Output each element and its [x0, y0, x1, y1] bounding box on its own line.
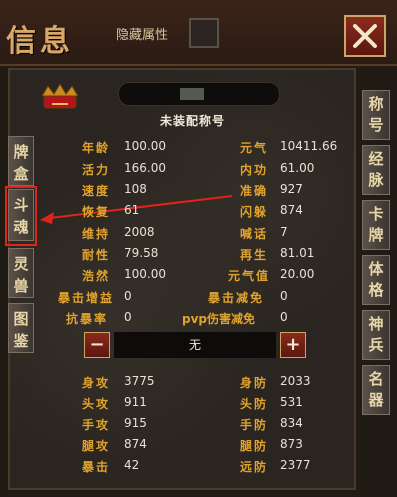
- window-title: 信息: [6, 24, 74, 59]
- stat-value: 927: [280, 182, 303, 196]
- stat-value: 2033: [280, 374, 311, 388]
- stat-value: 81.01: [280, 246, 315, 260]
- stat-value: 2008: [124, 225, 155, 239]
- tab-spirit-beast[interactable]: 灵兽: [8, 248, 34, 298]
- stat-value: 834: [280, 416, 303, 430]
- stat-label: 暴击增益: [58, 291, 115, 305]
- stat-label: 再生: [240, 248, 269, 262]
- stat-label: 暴击: [82, 460, 111, 474]
- stat-value: 108: [124, 182, 147, 196]
- stat-label: 闪躲: [240, 205, 269, 219]
- stat-label: 身攻: [82, 376, 111, 390]
- title-bar: 信息 隐藏属性: [0, 0, 397, 66]
- player-name-redacted: [180, 88, 204, 100]
- next-button[interactable]: +: [280, 332, 306, 358]
- stat-value: 42: [124, 458, 140, 472]
- stat-value: 166.00: [124, 161, 166, 175]
- stat-label: 年龄: [82, 141, 111, 155]
- tab-label: 灵兽: [13, 255, 29, 295]
- stat-value: 7: [280, 225, 288, 239]
- stat-value: 10411.66: [280, 139, 338, 153]
- hidden-attr-checkbox[interactable]: [189, 18, 219, 48]
- stat-value: 0: [124, 310, 132, 324]
- stat-value: 915: [124, 416, 147, 430]
- tab-label: 图鉴: [13, 310, 29, 350]
- vip-badge-icon: [41, 83, 79, 109]
- stat-label: 耐性: [82, 248, 111, 262]
- stat-value: 79.58: [124, 246, 159, 260]
- stat-label: 恢复: [82, 205, 111, 219]
- close-icon: [353, 24, 377, 48]
- tab-label: 体格: [368, 260, 384, 299]
- stat-value: 2377: [280, 458, 311, 472]
- tab-divine-weapon[interactable]: 神兵: [362, 310, 390, 360]
- stat-label: 抗暴率: [66, 312, 109, 326]
- stat-label: pvp伤害减免: [182, 312, 256, 326]
- tab-label: 牌盒: [13, 143, 29, 183]
- tab-card[interactable]: 卡牌: [362, 200, 390, 250]
- stat-value: 873: [280, 437, 303, 451]
- prev-button[interactable]: −: [84, 332, 110, 358]
- selector-value: 无: [114, 332, 276, 358]
- stat-value: 0: [280, 289, 288, 303]
- stat-label: 腿防: [240, 439, 269, 453]
- tab-meridian[interactable]: 经脉: [362, 145, 390, 195]
- stat-value: 874: [280, 203, 303, 217]
- stat-label: 准确: [240, 184, 269, 198]
- title-selector: − 无 +: [84, 332, 308, 360]
- stat-label: 元气: [240, 141, 269, 155]
- close-button[interactable]: [344, 15, 386, 57]
- stat-value: 20.00: [280, 267, 315, 281]
- stat-label: 元气值: [228, 269, 271, 283]
- stat-value: 61.00: [280, 161, 315, 175]
- tab-label: 名器: [368, 370, 384, 409]
- tab-title[interactable]: 称号: [362, 90, 390, 140]
- tab-label: 经脉: [368, 150, 384, 189]
- stat-value: 3775: [124, 374, 155, 388]
- stat-value: 100.00: [124, 267, 166, 281]
- stat-label: 活力: [82, 163, 111, 177]
- stat-label: 暴击减免: [208, 291, 265, 305]
- stat-label: 身防: [240, 376, 269, 390]
- stat-label: 腿攻: [82, 439, 111, 453]
- stat-label: 浩然: [82, 269, 111, 283]
- stat-label: 维持: [82, 227, 111, 241]
- stat-label: 手攻: [82, 418, 111, 432]
- stat-label: 手防: [240, 418, 269, 432]
- highlight-box: [5, 186, 37, 246]
- stat-label: 速度: [82, 184, 111, 198]
- stat-value: 874: [124, 437, 147, 451]
- tab-label: 卡牌: [368, 205, 384, 244]
- tab-label: 神兵: [368, 315, 384, 354]
- title-status: 未装配称号: [160, 114, 226, 128]
- tab-famous-artifact[interactable]: 名器: [362, 365, 390, 415]
- tab-physique[interactable]: 体格: [362, 255, 390, 305]
- stat-label: 喊话: [240, 227, 269, 241]
- stat-value: 61: [124, 203, 140, 217]
- stat-value: 0: [280, 310, 288, 324]
- stat-label: 头防: [240, 397, 269, 411]
- stat-value: 100.00: [124, 139, 166, 153]
- stat-label: 头攻: [82, 397, 111, 411]
- stat-value: 911: [124, 395, 147, 409]
- hidden-attr-label: 隐藏属性: [116, 28, 169, 43]
- stat-label: 远防: [240, 460, 269, 474]
- stat-value: 0: [124, 289, 132, 303]
- stat-value: 531: [280, 395, 303, 409]
- tab-label: 称号: [368, 95, 384, 134]
- info-window: 信息 隐藏属性 未装配称号 牌盒 斗魂 灵兽 图鉴 称号 经脉 卡牌 体格 神兵…: [0, 0, 397, 497]
- stat-label: 内功: [240, 163, 269, 177]
- tab-card-box[interactable]: 牌盒: [8, 136, 34, 186]
- tab-codex[interactable]: 图鉴: [8, 303, 34, 353]
